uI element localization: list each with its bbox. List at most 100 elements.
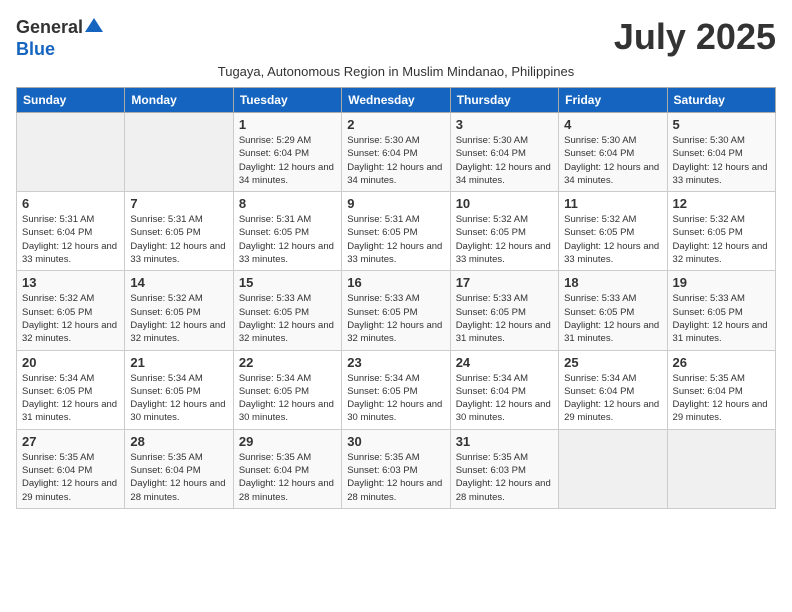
day-info: Sunrise: 5:35 AM Sunset: 6:03 PM Dayligh… xyxy=(347,451,444,504)
day-number: 9 xyxy=(347,196,444,211)
day-number: 8 xyxy=(239,196,336,211)
calendar-week-row: 13 Sunrise: 5:32 AM Sunset: 6:05 PM Dayli… xyxy=(17,271,776,350)
day-number: 13 xyxy=(22,275,119,290)
day-info: Sunrise: 5:30 AM Sunset: 6:04 PM Dayligh… xyxy=(564,134,661,187)
calendar-table: SundayMondayTuesdayWednesdayThursdayFrid… xyxy=(16,87,776,509)
day-info: Sunrise: 5:33 AM Sunset: 6:05 PM Dayligh… xyxy=(347,292,444,345)
calendar-day-cell: 20 Sunrise: 5:34 AM Sunset: 6:05 PM Dayli… xyxy=(17,350,125,429)
day-info: Sunrise: 5:33 AM Sunset: 6:05 PM Dayligh… xyxy=(456,292,553,345)
day-info: Sunrise: 5:32 AM Sunset: 6:05 PM Dayligh… xyxy=(130,292,227,345)
page-header: General Blue July 2025 xyxy=(16,16,776,60)
day-info: Sunrise: 5:32 AM Sunset: 6:05 PM Dayligh… xyxy=(673,213,770,266)
weekday-header: Friday xyxy=(559,88,667,113)
day-number: 14 xyxy=(130,275,227,290)
day-info: Sunrise: 5:33 AM Sunset: 6:05 PM Dayligh… xyxy=(564,292,661,345)
day-number: 28 xyxy=(130,434,227,449)
calendar-week-row: 27 Sunrise: 5:35 AM Sunset: 6:04 PM Dayli… xyxy=(17,429,776,508)
calendar-day-cell: 7 Sunrise: 5:31 AM Sunset: 6:05 PM Daylig… xyxy=(125,192,233,271)
calendar-day-cell xyxy=(559,429,667,508)
day-info: Sunrise: 5:35 AM Sunset: 6:04 PM Dayligh… xyxy=(673,372,770,425)
calendar-day-cell: 19 Sunrise: 5:33 AM Sunset: 6:05 PM Dayli… xyxy=(667,271,775,350)
day-number: 10 xyxy=(456,196,553,211)
day-number: 3 xyxy=(456,117,553,132)
weekday-header: Thursday xyxy=(450,88,558,113)
day-info: Sunrise: 5:34 AM Sunset: 6:04 PM Dayligh… xyxy=(456,372,553,425)
day-info: Sunrise: 5:35 AM Sunset: 6:03 PM Dayligh… xyxy=(456,451,553,504)
day-number: 4 xyxy=(564,117,661,132)
day-number: 18 xyxy=(564,275,661,290)
day-info: Sunrise: 5:34 AM Sunset: 6:04 PM Dayligh… xyxy=(564,372,661,425)
calendar-day-cell: 28 Sunrise: 5:35 AM Sunset: 6:04 PM Dayli… xyxy=(125,429,233,508)
logo-general-text: General xyxy=(16,17,83,38)
calendar-day-cell: 14 Sunrise: 5:32 AM Sunset: 6:05 PM Dayli… xyxy=(125,271,233,350)
day-info: Sunrise: 5:31 AM Sunset: 6:05 PM Dayligh… xyxy=(239,213,336,266)
calendar-week-row: 20 Sunrise: 5:34 AM Sunset: 6:05 PM Dayli… xyxy=(17,350,776,429)
calendar-day-cell: 5 Sunrise: 5:30 AM Sunset: 6:04 PM Daylig… xyxy=(667,113,775,192)
calendar-day-cell: 17Sunrise: 5:33 AM Sunset: 6:05 PM Dayli… xyxy=(450,271,558,350)
calendar-day-cell: 12 Sunrise: 5:32 AM Sunset: 6:05 PM Dayli… xyxy=(667,192,775,271)
day-number: 12 xyxy=(673,196,770,211)
calendar-day-cell xyxy=(17,113,125,192)
day-number: 29 xyxy=(239,434,336,449)
calendar-day-cell: 31 Sunrise: 5:35 AM Sunset: 6:03 PM Dayli… xyxy=(450,429,558,508)
calendar-day-cell: 1 Sunrise: 5:29 AM Sunset: 6:04 PM Daylig… xyxy=(233,113,341,192)
weekday-header: Wednesday xyxy=(342,88,450,113)
calendar-subtitle: Tugaya, Autonomous Region in Muslim Mind… xyxy=(16,64,776,79)
day-info: Sunrise: 5:33 AM Sunset: 6:05 PM Dayligh… xyxy=(673,292,770,345)
day-number: 27 xyxy=(22,434,119,449)
day-info: Sunrise: 5:35 AM Sunset: 6:04 PM Dayligh… xyxy=(22,451,119,504)
day-number: 6 xyxy=(22,196,119,211)
calendar-day-cell: 26 Sunrise: 5:35 AM Sunset: 6:04 PM Dayli… xyxy=(667,350,775,429)
calendar-day-cell: 6 Sunrise: 5:31 AM Sunset: 6:04 PM Daylig… xyxy=(17,192,125,271)
day-number: 11 xyxy=(564,196,661,211)
day-info: Sunrise: 5:32 AM Sunset: 6:05 PM Dayligh… xyxy=(456,213,553,266)
day-info: Sunrise: 5:31 AM Sunset: 6:05 PM Dayligh… xyxy=(130,213,227,266)
day-number: 22 xyxy=(239,355,336,370)
day-number: 20 xyxy=(22,355,119,370)
weekday-header: Tuesday xyxy=(233,88,341,113)
day-info: Sunrise: 5:34 AM Sunset: 6:05 PM Dayligh… xyxy=(22,372,119,425)
day-number: 2 xyxy=(347,117,444,132)
day-info: Sunrise: 5:34 AM Sunset: 6:05 PM Dayligh… xyxy=(347,372,444,425)
day-info: Sunrise: 5:33 AM Sunset: 6:05 PM Dayligh… xyxy=(239,292,336,345)
day-info: Sunrise: 5:32 AM Sunset: 6:05 PM Dayligh… xyxy=(22,292,119,345)
weekday-header: Monday xyxy=(125,88,233,113)
calendar-day-cell: 21Sunrise: 5:34 AM Sunset: 6:05 PM Dayli… xyxy=(125,350,233,429)
day-info: Sunrise: 5:31 AM Sunset: 6:04 PM Dayligh… xyxy=(22,213,119,266)
day-number: 5 xyxy=(673,117,770,132)
calendar-day-cell: 18 Sunrise: 5:33 AM Sunset: 6:05 PM Dayli… xyxy=(559,271,667,350)
calendar-day-cell: 23 Sunrise: 5:34 AM Sunset: 6:05 PM Dayli… xyxy=(342,350,450,429)
day-number: 15 xyxy=(239,275,336,290)
calendar-day-cell: 11Sunrise: 5:32 AM Sunset: 6:05 PM Dayli… xyxy=(559,192,667,271)
day-info: Sunrise: 5:29 AM Sunset: 6:04 PM Dayligh… xyxy=(239,134,336,187)
day-number: 16 xyxy=(347,275,444,290)
day-info: Sunrise: 5:30 AM Sunset: 6:04 PM Dayligh… xyxy=(673,134,770,187)
day-number: 7 xyxy=(130,196,227,211)
day-info: Sunrise: 5:35 AM Sunset: 6:04 PM Dayligh… xyxy=(130,451,227,504)
calendar-day-cell: 2Sunrise: 5:30 AM Sunset: 6:04 PM Daylig… xyxy=(342,113,450,192)
day-number: 1 xyxy=(239,117,336,132)
calendar-day-cell: 9 Sunrise: 5:31 AM Sunset: 6:05 PM Daylig… xyxy=(342,192,450,271)
calendar-day-cell: 13 Sunrise: 5:32 AM Sunset: 6:05 PM Dayli… xyxy=(17,271,125,350)
calendar-day-cell xyxy=(125,113,233,192)
calendar-day-cell: 29 Sunrise: 5:35 AM Sunset: 6:04 PM Dayli… xyxy=(233,429,341,508)
day-number: 24 xyxy=(456,355,553,370)
logo-icon xyxy=(85,16,103,34)
calendar-day-cell: 3Sunrise: 5:30 AM Sunset: 6:04 PM Daylig… xyxy=(450,113,558,192)
day-number: 31 xyxy=(456,434,553,449)
calendar-day-cell: 10 Sunrise: 5:32 AM Sunset: 6:05 PM Dayli… xyxy=(450,192,558,271)
calendar-day-cell: 8 Sunrise: 5:31 AM Sunset: 6:05 PM Daylig… xyxy=(233,192,341,271)
calendar-day-cell xyxy=(667,429,775,508)
day-info: Sunrise: 5:35 AM Sunset: 6:04 PM Dayligh… xyxy=(239,451,336,504)
weekday-header: Saturday xyxy=(667,88,775,113)
day-number: 19 xyxy=(673,275,770,290)
day-number: 26 xyxy=(673,355,770,370)
logo: General Blue xyxy=(16,16,103,60)
calendar-week-row: 6 Sunrise: 5:31 AM Sunset: 6:04 PM Daylig… xyxy=(17,192,776,271)
calendar-day-cell: 16 Sunrise: 5:33 AM Sunset: 6:05 PM Dayli… xyxy=(342,271,450,350)
calendar-day-cell: 27 Sunrise: 5:35 AM Sunset: 6:04 PM Dayli… xyxy=(17,429,125,508)
day-number: 30 xyxy=(347,434,444,449)
day-number: 23 xyxy=(347,355,444,370)
day-info: Sunrise: 5:31 AM Sunset: 6:05 PM Dayligh… xyxy=(347,213,444,266)
day-info: Sunrise: 5:34 AM Sunset: 6:05 PM Dayligh… xyxy=(239,372,336,425)
